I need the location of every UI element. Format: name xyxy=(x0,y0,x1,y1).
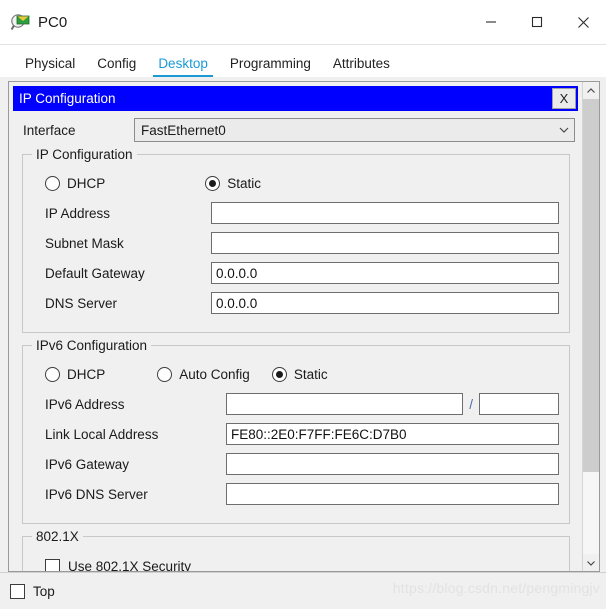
maximize-icon xyxy=(531,16,543,28)
ipv6-prefix-separator: / xyxy=(469,396,473,412)
dialog-header: IP Configuration X xyxy=(13,86,578,111)
ipv4-dhcp-radio[interactable] xyxy=(45,175,60,191)
dialog-close-button[interactable]: X xyxy=(552,88,576,109)
ipv6-dhcp-radio[interactable] xyxy=(45,366,60,382)
ipv6-dns-server-row: IPv6 DNS Server xyxy=(33,481,559,507)
tab-bar: Physical Config Desktop Programming Attr… xyxy=(0,45,606,78)
packet-tracer-device-icon xyxy=(10,12,30,32)
ipv6-link-local-row: Link Local Address FE80::2E0:F7FF:FE6C:D… xyxy=(33,421,559,447)
ipv4-group-title: IP Configuration xyxy=(32,147,137,162)
chevron-up-icon xyxy=(587,87,595,93)
ipv6-address-row: IPv6 Address / xyxy=(33,391,559,417)
ipv6-dhcp-label: DHCP xyxy=(67,366,106,382)
chevron-down-icon xyxy=(559,127,569,133)
ipv4-dhcp-label: DHCP xyxy=(67,175,106,191)
ipv6-link-local-input[interactable]: FE80::2E0:F7FF:FE6C:D7B0 xyxy=(226,423,559,445)
ipv4-dns-server-label: DNS Server xyxy=(45,295,118,311)
ipv4-dns-server-row: DNS Server 0.0.0.0 xyxy=(33,290,559,316)
ipv4-default-gateway-label: Default Gateway xyxy=(45,265,145,281)
vertical-scrollbar[interactable] xyxy=(582,82,599,571)
ipv4-subnet-mask-label: Subnet Mask xyxy=(45,235,124,251)
ipv4-ip-address-row: IP Address xyxy=(33,200,559,226)
ipv6-dhcp-option[interactable]: DHCP xyxy=(45,366,106,382)
scroll-track[interactable] xyxy=(583,99,599,554)
window-controls xyxy=(468,0,606,44)
ipv6-group-title: IPv6 Configuration xyxy=(32,338,152,353)
ipv6-link-local-label: Link Local Address xyxy=(45,426,159,442)
ipv6-auto-config-radio[interactable] xyxy=(157,366,173,382)
ipv6-address-input[interactable] xyxy=(226,393,464,415)
ipv4-mode-row: DHCP Static xyxy=(33,172,559,194)
close-button[interactable] xyxy=(560,0,606,44)
maximize-button[interactable] xyxy=(514,0,560,44)
ipv4-static-label: Static xyxy=(227,175,262,191)
window-titlebar: PC0 xyxy=(0,0,606,45)
dot1x-use-security-row[interactable]: Use 802.1X Security xyxy=(33,555,559,571)
ipv4-subnet-mask-input[interactable] xyxy=(211,232,559,254)
dot1x-group: 802.1X Use 802.1X Security Authenticatio… xyxy=(22,529,570,571)
ipv6-static-radio[interactable] xyxy=(271,366,287,382)
ipv4-static-radio[interactable] xyxy=(205,175,221,191)
ipv6-mode-row: DHCP Auto Config Static xyxy=(33,363,559,385)
interface-select[interactable]: FastEthernet0 xyxy=(134,118,575,142)
interface-selected-value: FastEthernet0 xyxy=(141,122,226,138)
interface-label: Interface xyxy=(23,122,76,138)
ip-configuration-panel: IP Configuration X Interface FastEtherne… xyxy=(8,81,600,572)
ipv6-dns-server-label: IPv6 DNS Server xyxy=(45,486,148,502)
tab-desktop[interactable]: Desktop xyxy=(147,57,219,78)
ipv6-configuration-group: IPv6 Configuration DHCP Auto Config Stat… xyxy=(22,338,570,524)
tab-attributes[interactable]: Attributes xyxy=(322,57,401,78)
ipv4-subnet-mask-row: Subnet Mask xyxy=(33,230,559,256)
dot1x-use-security-label: Use 802.1X Security xyxy=(68,558,192,572)
ipv6-prefix-length-input[interactable] xyxy=(479,393,559,415)
ipv6-static-label: Static xyxy=(293,366,328,382)
ipv6-dns-server-input[interactable] xyxy=(226,483,559,505)
panel-scroll-view: IP Configuration X Interface FastEtherne… xyxy=(9,82,582,571)
minimize-icon xyxy=(486,21,496,23)
ipv4-default-gateway-input[interactable]: 0.0.0.0 xyxy=(211,262,559,284)
ipv4-dhcp-option[interactable]: DHCP xyxy=(45,175,106,191)
ipv6-static-option[interactable]: Static xyxy=(271,366,328,382)
desktop-content-area: IP Configuration X Interface FastEtherne… xyxy=(0,77,606,572)
watermark-text: https://blog.csdn.net/pengmingjv xyxy=(392,580,600,596)
dot1x-use-security-checkbox[interactable] xyxy=(45,558,60,571)
top-checkbox[interactable] xyxy=(10,583,25,599)
ipv4-configuration-group: IP Configuration DHCP Static IP Address xyxy=(22,147,570,333)
top-checkbox-label: Top xyxy=(33,583,55,599)
dialog-title: IP Configuration xyxy=(19,91,116,106)
ipv6-gateway-label: IPv6 Gateway xyxy=(45,456,130,472)
scroll-down-button[interactable] xyxy=(583,554,599,571)
scroll-thumb[interactable] xyxy=(583,99,599,473)
minimize-button[interactable] xyxy=(468,0,514,44)
window-title: PC0 xyxy=(38,13,68,31)
ipv6-gateway-row: IPv6 Gateway xyxy=(33,451,559,477)
ipv4-ip-address-input[interactable] xyxy=(211,202,559,224)
ipv4-static-option[interactable]: Static xyxy=(205,175,262,191)
ipv6-address-label: IPv6 Address xyxy=(45,396,125,412)
ipv4-default-gateway-row: Default Gateway 0.0.0.0 xyxy=(33,260,559,286)
ipv4-dns-server-input[interactable]: 0.0.0.0 xyxy=(211,292,559,314)
dot1x-group-title: 802.1X xyxy=(32,529,83,544)
interface-row: Interface FastEthernet0 xyxy=(23,118,575,142)
chevron-down-icon xyxy=(587,560,595,566)
close-icon xyxy=(577,16,589,28)
tab-programming[interactable]: Programming xyxy=(219,57,322,78)
tab-physical[interactable]: Physical xyxy=(14,57,86,78)
ipv4-ip-address-label: IP Address xyxy=(45,205,111,221)
tab-config[interactable]: Config xyxy=(86,57,147,78)
ipv6-auto-config-label: Auto Config xyxy=(179,366,250,382)
ipv6-auto-config-option[interactable]: Auto Config xyxy=(157,366,250,382)
scroll-up-button[interactable] xyxy=(583,82,599,99)
ipv6-gateway-input[interactable] xyxy=(226,453,559,475)
